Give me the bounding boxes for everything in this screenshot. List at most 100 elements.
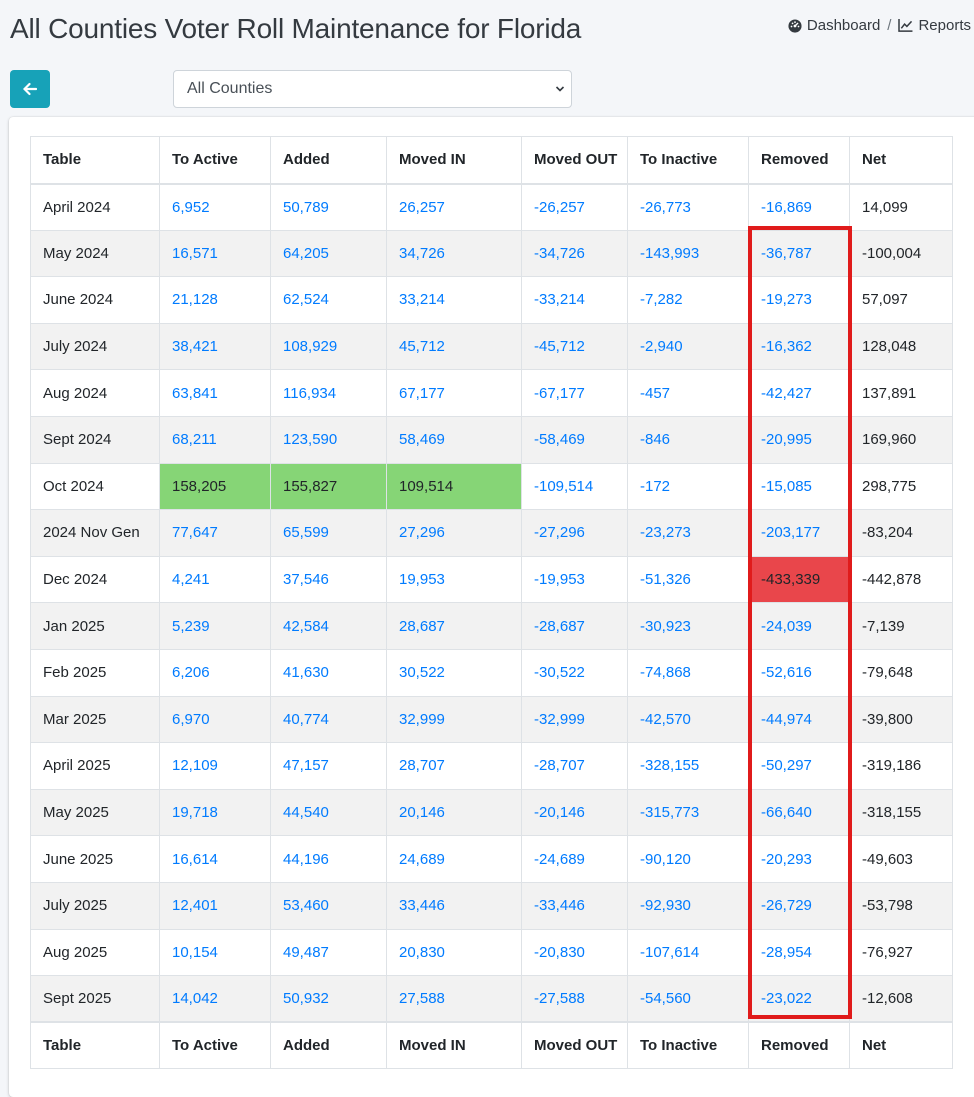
cell-added[interactable]: 50,789	[270, 183, 387, 231]
header-net[interactable]: Net	[849, 136, 953, 185]
cell-moved-out[interactable]: -20,830	[521, 928, 628, 977]
cell-added[interactable]: 116,934	[270, 369, 387, 417]
footer-to-inactive[interactable]: To Inactive	[627, 1021, 749, 1069]
cell-moved-in[interactable]: 20,146	[386, 788, 522, 837]
cell-to-inactive[interactable]: -143,993	[627, 229, 749, 278]
cell-added[interactable]: 108,929	[270, 322, 387, 371]
cell-moved-out[interactable]: -26,257	[521, 183, 628, 231]
cell-added[interactable]: 155,827	[270, 462, 387, 511]
cell-to-active[interactable]: 10,154	[159, 928, 271, 977]
cell-removed[interactable]: -26,729	[748, 881, 850, 930]
cell-to-active[interactable]: 14,042	[159, 975, 271, 1023]
cell-moved-in[interactable]: 19,953	[386, 555, 522, 604]
cell-added[interactable]: 62,524	[270, 276, 387, 324]
header-table[interactable]: Table	[30, 136, 160, 185]
cell-moved-in[interactable]: 58,469	[386, 415, 522, 464]
cell-moved-in[interactable]: 33,446	[386, 881, 522, 930]
cell-moved-in[interactable]: 28,707	[386, 742, 522, 790]
cell-to-inactive[interactable]: -172	[627, 462, 749, 511]
cell-added[interactable]: 50,932	[270, 975, 387, 1023]
cell-moved-out[interactable]: -27,296	[521, 509, 628, 557]
cell-added[interactable]: 123,590	[270, 415, 387, 464]
cell-to-inactive[interactable]: -2,940	[627, 322, 749, 371]
cell-to-active[interactable]: 21,128	[159, 276, 271, 324]
cell-added[interactable]: 47,157	[270, 742, 387, 790]
cell-removed[interactable]: -42,427	[748, 369, 850, 417]
cell-to-inactive[interactable]: -328,155	[627, 742, 749, 790]
cell-moved-out[interactable]: -58,469	[521, 415, 628, 464]
header-moved-in[interactable]: Moved IN	[386, 136, 522, 185]
cell-moved-in[interactable]: 26,257	[386, 183, 522, 231]
footer-added[interactable]: Added	[270, 1021, 387, 1069]
cell-moved-out[interactable]: -30,522	[521, 648, 628, 697]
cell-moved-in[interactable]: 32,999	[386, 695, 522, 744]
cell-added[interactable]: 65,599	[270, 509, 387, 557]
cell-removed[interactable]: -433,339	[748, 555, 850, 604]
cell-moved-out[interactable]: -45,712	[521, 322, 628, 371]
cell-to-active[interactable]: 4,241	[159, 555, 271, 604]
cell-moved-in[interactable]: 45,712	[386, 322, 522, 371]
cell-moved-in[interactable]: 30,522	[386, 648, 522, 697]
cell-removed[interactable]: -15,085	[748, 462, 850, 511]
cell-moved-in[interactable]: 20,830	[386, 928, 522, 977]
footer-table[interactable]: Table	[30, 1021, 160, 1069]
cell-moved-in[interactable]: 33,214	[386, 276, 522, 324]
cell-to-active[interactable]: 158,205	[159, 462, 271, 511]
cell-moved-out[interactable]: -24,689	[521, 835, 628, 883]
cell-moved-in[interactable]: 109,514	[386, 462, 522, 511]
cell-to-inactive[interactable]: -315,773	[627, 788, 749, 837]
breadcrumb-reports[interactable]: Reports	[898, 17, 971, 34]
cell-moved-out[interactable]: -34,726	[521, 229, 628, 278]
cell-moved-out[interactable]: -32,999	[521, 695, 628, 744]
back-button[interactable]	[10, 70, 50, 108]
footer-to-active[interactable]: To Active	[159, 1021, 271, 1069]
cell-to-inactive[interactable]: -92,930	[627, 881, 749, 930]
cell-removed[interactable]: -24,039	[748, 602, 850, 650]
cell-to-active[interactable]: 68,211	[159, 415, 271, 464]
cell-removed[interactable]: -20,995	[748, 415, 850, 464]
cell-removed[interactable]: -16,869	[748, 183, 850, 231]
cell-to-inactive[interactable]: -54,560	[627, 975, 749, 1023]
cell-removed[interactable]: -36,787	[748, 229, 850, 278]
cell-to-active[interactable]: 12,401	[159, 881, 271, 930]
cell-added[interactable]: 49,487	[270, 928, 387, 977]
cell-removed[interactable]: -203,177	[748, 509, 850, 557]
cell-moved-out[interactable]: -19,953	[521, 555, 628, 604]
cell-moved-in[interactable]: 28,687	[386, 602, 522, 650]
cell-to-active[interactable]: 5,239	[159, 602, 271, 650]
cell-to-inactive[interactable]: -846	[627, 415, 749, 464]
footer-moved-in[interactable]: Moved IN	[386, 1021, 522, 1069]
cell-removed[interactable]: -28,954	[748, 928, 850, 977]
cell-added[interactable]: 42,584	[270, 602, 387, 650]
cell-removed[interactable]: -50,297	[748, 742, 850, 790]
cell-moved-out[interactable]: -33,214	[521, 276, 628, 324]
breadcrumb-dashboard[interactable]: Dashboard	[788, 17, 880, 34]
cell-moved-out[interactable]: -33,446	[521, 881, 628, 930]
cell-moved-out[interactable]: -67,177	[521, 369, 628, 417]
cell-removed[interactable]: -23,022	[748, 975, 850, 1023]
cell-moved-in[interactable]: 27,588	[386, 975, 522, 1023]
cell-to-inactive[interactable]: -457	[627, 369, 749, 417]
cell-moved-out[interactable]: -27,588	[521, 975, 628, 1023]
cell-removed[interactable]: -16,362	[748, 322, 850, 371]
cell-to-inactive[interactable]: -74,868	[627, 648, 749, 697]
cell-added[interactable]: 44,196	[270, 835, 387, 883]
header-added[interactable]: Added	[270, 136, 387, 185]
cell-to-active[interactable]: 16,614	[159, 835, 271, 883]
cell-to-active[interactable]: 6,206	[159, 648, 271, 697]
header-removed[interactable]: Removed	[748, 136, 850, 185]
cell-moved-out[interactable]: -20,146	[521, 788, 628, 837]
cell-added[interactable]: 44,540	[270, 788, 387, 837]
cell-moved-out[interactable]: -109,514	[521, 462, 628, 511]
cell-added[interactable]: 53,460	[270, 881, 387, 930]
cell-moved-in[interactable]: 34,726	[386, 229, 522, 278]
cell-removed[interactable]: -20,293	[748, 835, 850, 883]
cell-to-active[interactable]: 38,421	[159, 322, 271, 371]
cell-removed[interactable]: -52,616	[748, 648, 850, 697]
cell-to-inactive[interactable]: -107,614	[627, 928, 749, 977]
cell-moved-in[interactable]: 24,689	[386, 835, 522, 883]
cell-to-inactive[interactable]: -51,326	[627, 555, 749, 604]
footer-net[interactable]: Net	[849, 1021, 953, 1069]
cell-to-inactive[interactable]: -23,273	[627, 509, 749, 557]
cell-added[interactable]: 41,630	[270, 648, 387, 697]
